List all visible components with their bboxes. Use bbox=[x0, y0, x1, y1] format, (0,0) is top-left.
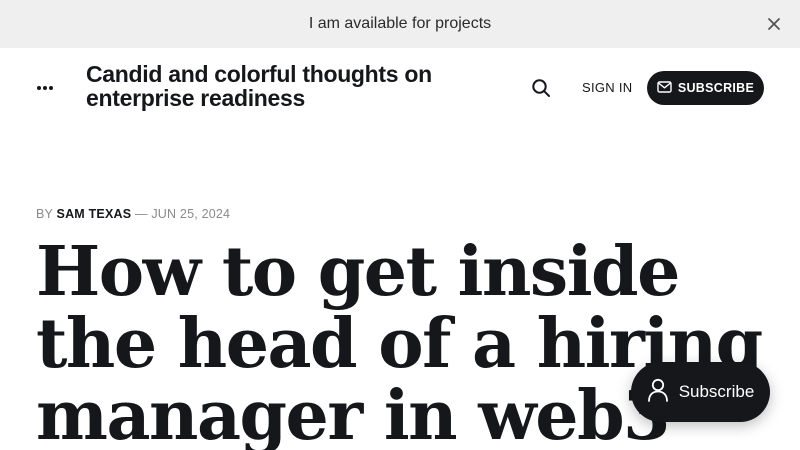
search-icon[interactable] bbox=[529, 76, 553, 100]
announcement-bar: I am available for projects bbox=[0, 0, 800, 48]
mail-icon bbox=[657, 80, 672, 96]
site-title[interactable]: Candid and colorful thoughts on enterpri… bbox=[86, 62, 486, 110]
publish-date: JUN 25, 2024 bbox=[151, 207, 231, 221]
site-header: Candid and colorful thoughts on enterpri… bbox=[0, 48, 800, 128]
author-link[interactable]: SAM TEXAS bbox=[57, 207, 132, 221]
announcement-text: I am available for projects bbox=[308, 15, 492, 32]
subscribe-button[interactable]: SUBSCRIBE bbox=[647, 71, 764, 105]
sign-in-link[interactable]: SIGN IN bbox=[582, 80, 633, 95]
article-meta: BY SAM TEXAS — JUN 25, 2024 bbox=[36, 207, 230, 221]
floating-subscribe-button[interactable]: Subscribe bbox=[631, 362, 770, 422]
user-icon bbox=[647, 378, 669, 407]
floating-subscribe-label: Subscribe bbox=[678, 382, 755, 401]
date-separator: — bbox=[134, 207, 148, 221]
by-label: BY bbox=[36, 207, 53, 221]
ellipsis-icon[interactable] bbox=[34, 78, 56, 98]
subscribe-label: SUBSCRIBE bbox=[677, 81, 755, 95]
close-icon[interactable] bbox=[764, 14, 784, 34]
